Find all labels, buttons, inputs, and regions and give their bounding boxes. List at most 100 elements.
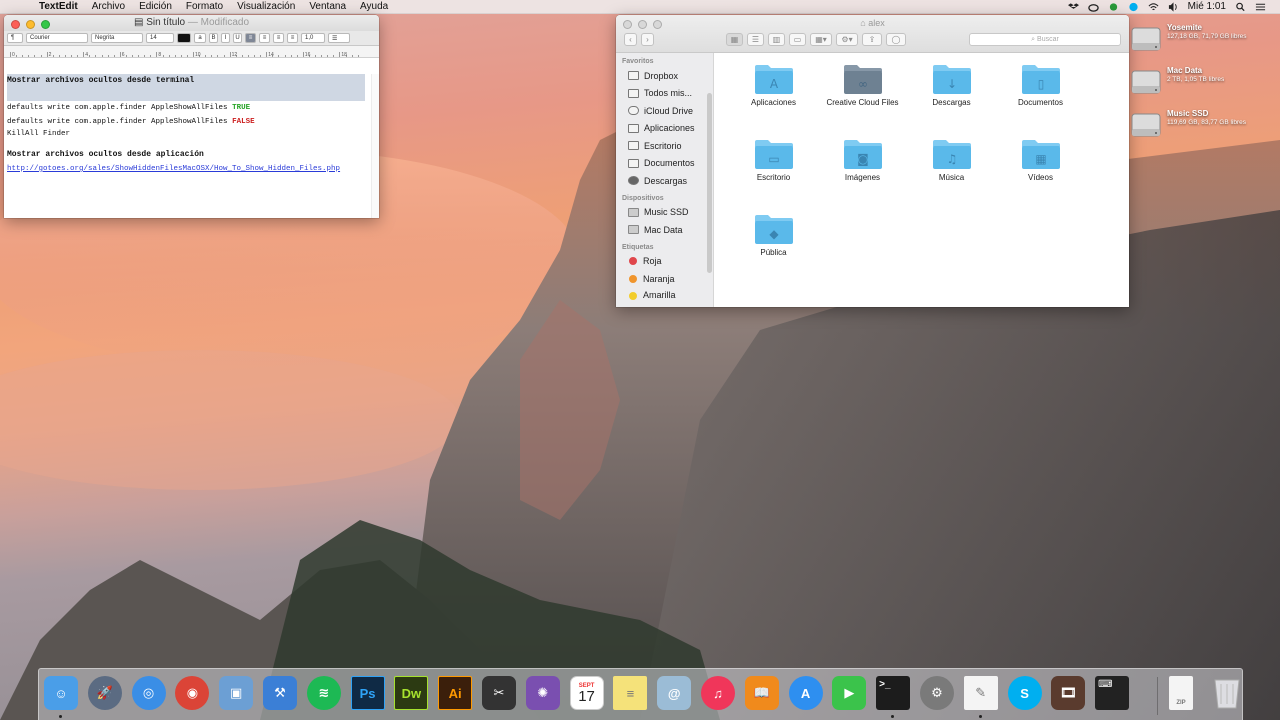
sidebar-item-applications[interactable]: Aplicaciones bbox=[616, 120, 713, 138]
highlight-color-button[interactable]: a bbox=[194, 33, 206, 43]
menu-ventana[interactable]: Ventana bbox=[302, 1, 353, 12]
line-spacing-select[interactable]: 1,0 bbox=[301, 33, 325, 43]
dock-app[interactable]: S bbox=[1007, 675, 1043, 711]
folder-item[interactable]: ▯ Documentos bbox=[996, 63, 1085, 126]
folder-item[interactable]: ◙ Imágenes bbox=[818, 138, 907, 201]
sidebar-item-downloads[interactable]: Descargas bbox=[616, 172, 713, 190]
font-family-select[interactable]: Courier bbox=[26, 33, 88, 43]
wifi-icon[interactable] bbox=[1148, 2, 1159, 12]
align-right-button[interactable]: ≡ bbox=[273, 33, 284, 43]
dock-app[interactable]: ✂ bbox=[481, 675, 517, 711]
folder-item[interactable]: ◆ Pública bbox=[729, 213, 818, 276]
underline-button[interactable]: U bbox=[233, 33, 242, 43]
dock-app[interactable]: ≡ bbox=[612, 675, 648, 711]
folder-item[interactable]: ∞ Creative Cloud Files bbox=[818, 63, 907, 126]
dock-app[interactable]: ✎ bbox=[963, 675, 999, 718]
zoom-button[interactable] bbox=[41, 20, 50, 29]
dock-app[interactable]: A bbox=[788, 675, 824, 711]
desktop-drive-music-ssd[interactable]: Music SSD 119,69 GB, 83,77 GB libres bbox=[1130, 109, 1246, 139]
desktop-drive-yosemite[interactable]: Yosemite 127,18 GB, 71,79 GB libres bbox=[1130, 23, 1247, 53]
ruler[interactable]: 0 2 4 6 8 10 12 14 16 18 bbox=[4, 46, 379, 58]
column-view-button[interactable]: ▥ bbox=[768, 33, 785, 46]
sidebar-item-mac-data[interactable]: Mac Data bbox=[616, 221, 713, 239]
dock-app[interactable]: Ai bbox=[437, 675, 473, 711]
folder-item[interactable]: ♫ Música bbox=[907, 138, 996, 201]
minimize-button[interactable] bbox=[26, 20, 35, 29]
sidebar-item-tag-red[interactable]: Roja bbox=[616, 253, 713, 271]
sidebar-item-tag-yellow[interactable]: Amarilla bbox=[616, 288, 713, 300]
dock-app[interactable]: 🚀 bbox=[87, 675, 123, 711]
font-size-select[interactable]: 14 bbox=[146, 33, 174, 43]
folder-item[interactable]: ↓ Descargas bbox=[907, 63, 996, 126]
dock-app[interactable]: >_ bbox=[875, 675, 911, 718]
dropbox-icon[interactable] bbox=[1067, 2, 1079, 12]
folder-item[interactable]: ▭ Escritorio bbox=[729, 138, 818, 201]
text-color-swatch[interactable] bbox=[177, 33, 191, 43]
dock-app[interactable]: ⌨ bbox=[1094, 675, 1130, 711]
dock-app[interactable]: ⚙ bbox=[919, 675, 955, 711]
dock-app[interactable]: Ps bbox=[350, 675, 386, 711]
sidebar-item-desktop[interactable]: Escritorio bbox=[616, 137, 713, 155]
folder-item[interactable]: A Aplicaciones bbox=[729, 63, 818, 126]
app-menu[interactable]: TextEdit bbox=[32, 1, 85, 12]
sidebar-item-music-ssd[interactable]: Music SSD bbox=[616, 204, 713, 222]
dock-app[interactable]: ♫ bbox=[700, 675, 736, 711]
menu-formato[interactable]: Formato bbox=[179, 1, 230, 12]
sidebar-item-tag-orange[interactable]: Naranja bbox=[616, 270, 713, 288]
share-button[interactable]: ⇪ bbox=[862, 33, 882, 46]
search-field[interactable]: ⌕ Buscar bbox=[969, 33, 1121, 46]
menu-edicion[interactable]: Edición bbox=[132, 1, 179, 12]
dock-app[interactable]: 🎞 bbox=[1050, 675, 1086, 711]
sidebar-item-documents[interactable]: Documentos bbox=[616, 155, 713, 173]
desktop-drive-mac-data[interactable]: Mac Data 2 TB, 1,05 TB libres bbox=[1130, 66, 1224, 96]
dock-app[interactable]: ▶ bbox=[831, 675, 867, 711]
forward-button[interactable]: › bbox=[641, 33, 654, 46]
italic-button[interactable]: I bbox=[221, 33, 230, 43]
dock-app[interactable]: ✺ bbox=[525, 675, 561, 711]
dock-app[interactable]: ▣ bbox=[218, 675, 254, 711]
dock-app[interactable]: 📖 bbox=[744, 675, 780, 711]
justify-button[interactable]: ≡ bbox=[287, 33, 298, 43]
action-gear-button[interactable]: ⚙▾ bbox=[836, 33, 858, 46]
dock-app[interactable]: SEPT 17 bbox=[569, 675, 605, 711]
align-center-button[interactable]: ≡ bbox=[259, 33, 270, 43]
dock-app[interactable]: ⚒ bbox=[262, 675, 298, 711]
icon-view-button[interactable]: ▦ bbox=[726, 33, 743, 46]
creative-cloud-icon[interactable] bbox=[1087, 2, 1099, 12]
sidebar-item-dropbox[interactable]: Dropbox bbox=[616, 67, 713, 85]
back-button[interactable]: ‹ bbox=[624, 33, 637, 46]
list-style-select[interactable]: ☰ bbox=[328, 33, 350, 43]
dock-app[interactable]: ◉ bbox=[174, 675, 210, 711]
dock-app[interactable]: ◎ bbox=[131, 675, 167, 711]
dock-downloads-stack[interactable]: ZIP bbox=[1163, 675, 1199, 711]
close-button[interactable] bbox=[11, 20, 20, 29]
bold-button[interactable]: B bbox=[209, 33, 218, 43]
dock-trash[interactable] bbox=[1209, 675, 1245, 711]
volume-icon[interactable] bbox=[1168, 1, 1179, 12]
dock-app[interactable]: ≋ bbox=[306, 675, 342, 711]
align-left-button[interactable]: ≡ bbox=[245, 33, 256, 43]
spotlight-icon[interactable] bbox=[1235, 2, 1246, 12]
tags-button[interactable]: ◯ bbox=[886, 33, 906, 46]
dock-app[interactable]: @ bbox=[656, 675, 692, 711]
dock-app[interactable]: Dw bbox=[393, 675, 429, 711]
sidebar-scrollbar[interactable] bbox=[707, 93, 712, 273]
list-view-button[interactable]: ☰ bbox=[747, 33, 764, 46]
notification-center-icon[interactable] bbox=[1255, 2, 1266, 12]
textedit-scrollbar[interactable] bbox=[371, 74, 379, 218]
menu-archivo[interactable]: Archivo bbox=[85, 1, 132, 12]
menu-clock[interactable]: Mié 1:01 bbox=[1188, 1, 1226, 12]
sidebar-item-all-files[interactable]: Todos mis... bbox=[616, 85, 713, 103]
evernote-icon[interactable] bbox=[1108, 2, 1119, 12]
cover-flow-button[interactable]: ▭ bbox=[789, 33, 806, 46]
sidebar-item-icloud[interactable]: iCloud Drive bbox=[616, 102, 713, 120]
dock-app[interactable]: ☺ bbox=[43, 675, 79, 718]
arrange-button[interactable]: ▦▾ bbox=[810, 33, 832, 46]
skype-status-icon[interactable] bbox=[1128, 2, 1139, 12]
font-style-select[interactable]: Negrita bbox=[91, 33, 143, 43]
menu-visualizacion[interactable]: Visualización bbox=[230, 1, 302, 12]
paragraph-style-select[interactable]: ¶ bbox=[7, 33, 23, 43]
folder-item[interactable]: ▦ Vídeos bbox=[996, 138, 1085, 201]
textedit-document[interactable]: Mostrar archivos ocultos desde terminal … bbox=[4, 74, 375, 218]
gotoes-link[interactable]: http://gotoes.org/sales/ShowHiddenFilesM… bbox=[7, 162, 372, 176]
